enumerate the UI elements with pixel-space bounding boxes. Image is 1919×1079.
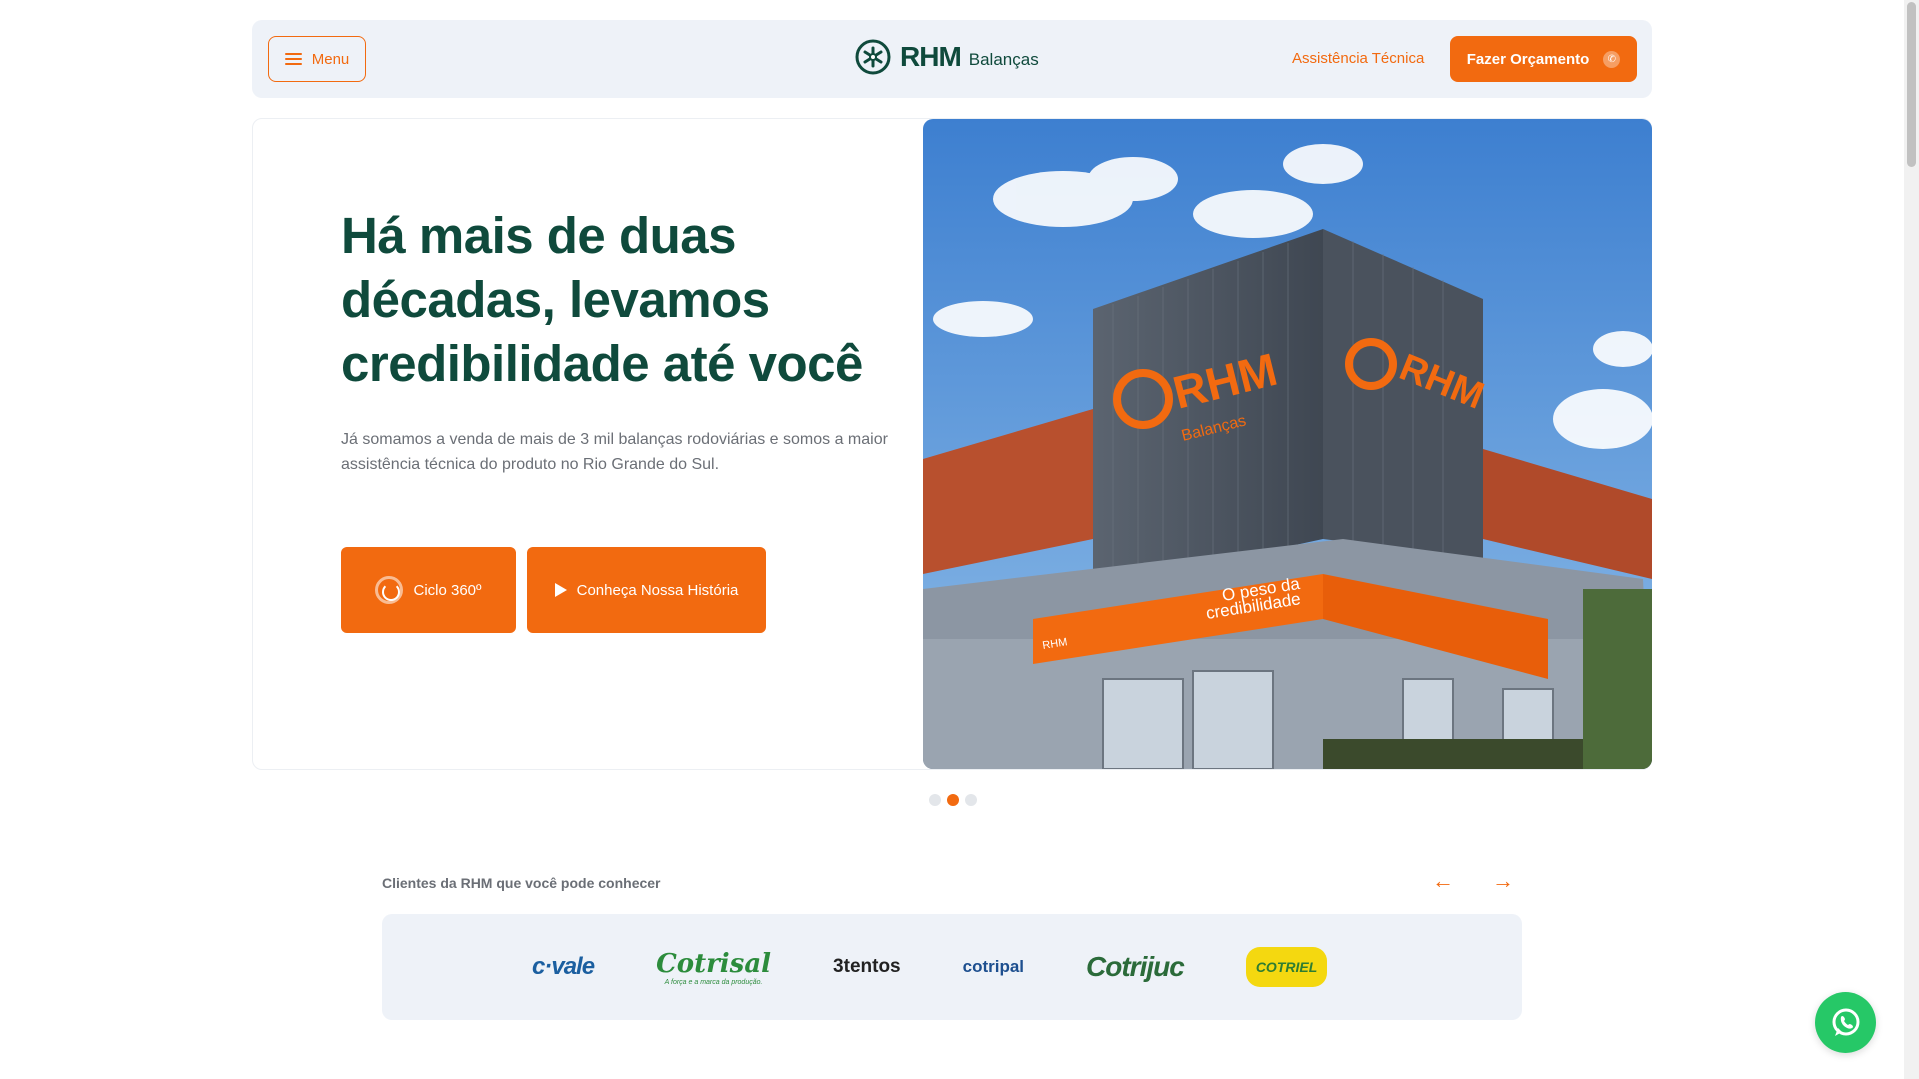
- cotrisal-wordmark: Cotrisal: [656, 948, 772, 979]
- slider-dot-1[interactable]: [929, 794, 941, 806]
- client-logo-cvale: c·vale: [532, 953, 595, 980]
- client-logo-cotrijuc: Cotrijuc: [1086, 951, 1185, 982]
- site-header: Menu RHM Balanças Assistência Técnica Fa…: [252, 20, 1652, 98]
- whatsapp-icon: [1832, 1008, 1859, 1036]
- rhm-logo-icon: [855, 39, 891, 75]
- menu-button-label: Menu: [311, 50, 350, 68]
- quote-button[interactable]: Fazer Orçamento ✆: [1450, 36, 1637, 82]
- client-logo-cotripal: cotripal: [962, 957, 1025, 976]
- slider-dot-3[interactable]: [965, 794, 977, 806]
- hero-title: Há mais de duas décadas, levamos credibi…: [341, 207, 863, 392]
- client-logo-3tentos: 3tentos: [833, 947, 901, 987]
- slider-dot-2[interactable]: [947, 794, 959, 806]
- scrollbar-thumb[interactable]: [1907, 2, 1916, 167]
- clients-carousel: c·vale Cotrisal A força e a marca da pro…: [382, 914, 1522, 1020]
- slider-dots: [929, 794, 977, 806]
- phone-icon: ✆: [1603, 50, 1621, 68]
- hero-section: Há mais de duas décadas, levamos credibi…: [252, 118, 1652, 770]
- hamburger-icon: [284, 53, 302, 65]
- client-logo-cotrisal: Cotrisal A força e a marca da produção.: [656, 947, 771, 987]
- client-logo-cotriel: COTRIEL: [1245, 947, 1328, 987]
- ciclo-360-button[interactable]: Ciclo 360º: [341, 547, 516, 633]
- quote-button-label: Fazer Orçamento: [1466, 50, 1590, 68]
- hero-building-image: RHM Balanças RHM O peso da credibilidade…: [923, 119, 1652, 769]
- tentos-wordmark: 3tentos: [833, 956, 901, 977]
- clients-next-arrow-icon[interactable]: →: [1492, 868, 1514, 894]
- logo-subtitle: Balanças: [968, 50, 1039, 69]
- history-button[interactable]: Conheça Nossa História: [527, 547, 766, 633]
- assistance-link[interactable]: Assistência Técnica: [1292, 50, 1424, 67]
- clients-heading: Clientes da RHM que você pode conhecer: [382, 875, 661, 891]
- history-button-label: Conheça Nossa História: [576, 581, 739, 599]
- cycle-icon: [375, 576, 404, 604]
- page-scrollbar[interactable]: [1904, 0, 1919, 1079]
- whatsapp-button[interactable]: [1815, 992, 1876, 1053]
- hero-description: Já somamos a venda de mais de 3 mil bala…: [341, 431, 888, 473]
- play-icon: [554, 583, 567, 597]
- clients-prev-arrow-icon[interactable]: ←: [1432, 868, 1454, 894]
- rhm-logo[interactable]: RHM Balanças: [854, 38, 1039, 76]
- logo-wordmark: RHM: [900, 41, 962, 72]
- menu-button[interactable]: Menu: [268, 36, 366, 82]
- ciclo-button-label: Ciclo 360º: [413, 581, 482, 599]
- cotrisal-tagline: A força e a marca da produção.: [664, 978, 763, 986]
